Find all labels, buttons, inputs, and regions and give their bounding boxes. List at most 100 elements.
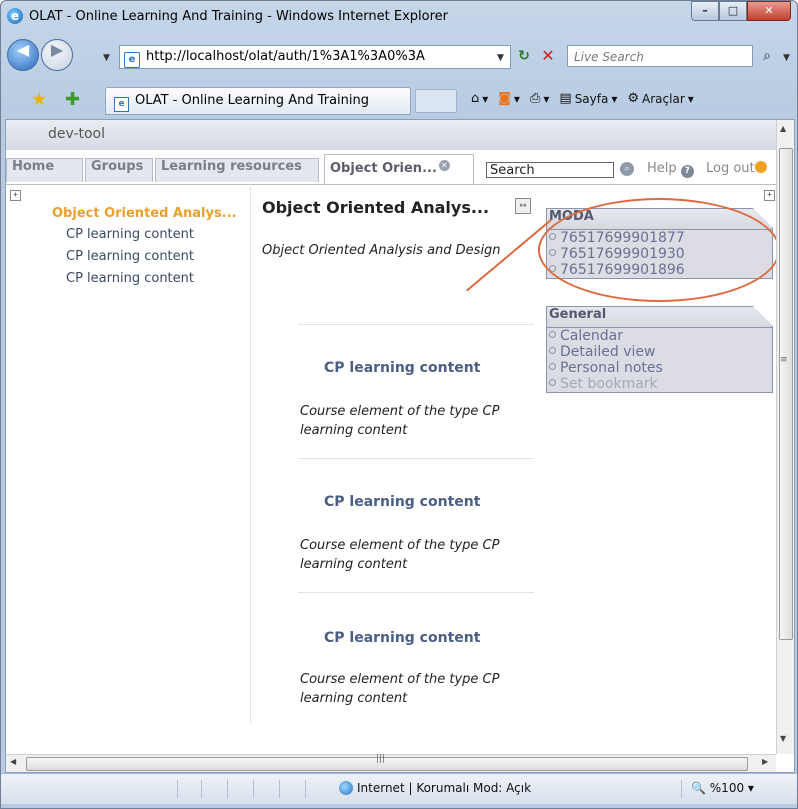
title-bar: e OLAT - Online Learning And Training - … bbox=[1, 1, 797, 33]
help-label: Help bbox=[647, 161, 677, 176]
hscroll-grip-icon: ||| bbox=[376, 754, 386, 764]
stop-icon[interactable]: ✕ bbox=[537, 45, 559, 67]
vertical-scrollbar[interactable]: ▲ ≡ ▼ bbox=[776, 120, 794, 754]
olat-search-input[interactable]: Search bbox=[486, 162, 614, 178]
set-bookmark-label: Set bookmark bbox=[560, 376, 658, 392]
menu-item-cp-3[interactable]: CP learning content bbox=[66, 271, 194, 286]
general-item-set-bookmark[interactable]: Set bookmark bbox=[547, 376, 772, 392]
expand-right-icon[interactable]: + bbox=[764, 190, 775, 201]
page-menu[interactable]: ▤ Sayfa ▾ bbox=[559, 91, 617, 106]
dev-tool-bar: dev-tool bbox=[6, 120, 776, 150]
status-divider bbox=[279, 780, 280, 798]
address-dropdown-icon[interactable]: ▼ bbox=[497, 53, 504, 63]
element-title-2[interactable]: CP learning content bbox=[324, 494, 480, 510]
separator bbox=[298, 458, 534, 459]
refresh-icon[interactable]: ↻ bbox=[513, 45, 535, 67]
menu-item-cp-2[interactable]: CP learning content bbox=[66, 249, 194, 264]
element-title-1[interactable]: CP learning content bbox=[324, 360, 480, 376]
new-tab-button[interactable] bbox=[415, 89, 457, 113]
status-divider bbox=[253, 780, 254, 798]
olat-nav-tabs: Home Groups Learning resources Object Or… bbox=[6, 154, 776, 185]
general-item-personal-notes[interactable]: Personal notes bbox=[547, 360, 772, 376]
minimize-button[interactable]: – bbox=[691, 1, 719, 21]
tab-page-icon: e bbox=[114, 97, 129, 112]
close-button[interactable]: ✕ bbox=[747, 1, 791, 21]
tab-course[interactable]: Object Orien... ✕ bbox=[324, 154, 474, 184]
logout-label: Log out bbox=[706, 161, 755, 176]
horizontal-scroll-thumb[interactable] bbox=[26, 757, 748, 771]
page-icon: e bbox=[124, 52, 140, 68]
rss-icon: ◙ bbox=[498, 91, 511, 106]
scroll-grip-icon: ≡ bbox=[780, 355, 788, 365]
scroll-up-icon[interactable]: ▲ bbox=[780, 124, 786, 133]
scroll-right-icon[interactable]: ▶ bbox=[762, 757, 768, 766]
logout-link[interactable]: Log out bbox=[706, 161, 767, 176]
zoom-control[interactable]: 🔍 %100 ▾ bbox=[691, 781, 754, 795]
close-tab-icon[interactable]: ✕ bbox=[438, 160, 450, 171]
back-button[interactable]: ◀ bbox=[7, 39, 39, 71]
security-zone[interactable]: Internet | Korumalı Mod: Açık bbox=[339, 781, 531, 795]
zoom-level: %100 bbox=[709, 781, 745, 795]
menu-item-cp-1[interactable]: CP learning content bbox=[66, 227, 194, 242]
ie-logo-icon: e bbox=[7, 8, 23, 24]
security-zone-label: Internet | Korumalı Mod: Açık bbox=[357, 781, 532, 795]
resize-icon[interactable]: ↔ bbox=[515, 198, 531, 214]
zoom-icon: 🔍 bbox=[691, 781, 706, 795]
separator bbox=[298, 324, 534, 325]
search-options-dropdown-icon[interactable]: ▼ bbox=[783, 53, 790, 63]
tab-groups[interactable]: Groups bbox=[85, 158, 153, 182]
address-text: http://localhost/olat/auth/1%3A1%3A0%3A bbox=[146, 49, 425, 64]
forward-button[interactable]: ▶ bbox=[41, 39, 73, 71]
tab-home[interactable]: Home bbox=[6, 158, 83, 182]
printer-icon: ⎙ bbox=[529, 91, 541, 106]
element-title-3[interactable]: CP learning content bbox=[324, 630, 480, 646]
live-search-input[interactable]: Live Search bbox=[567, 45, 753, 67]
address-bar[interactable]: e http://localhost/olat/auth/1%3A1%3A0%3A bbox=[119, 45, 511, 69]
detailed-view-label: Detailed view bbox=[560, 344, 656, 360]
gear-icon: ⚙ bbox=[627, 91, 640, 106]
vertical-scroll-thumb[interactable] bbox=[779, 148, 793, 640]
add-favorites-icon[interactable]: ✚ bbox=[65, 89, 80, 110]
recent-pages-dropdown-icon[interactable]: ▼ bbox=[103, 53, 110, 63]
browser-window: e OLAT - Online Learning And Training - … bbox=[0, 0, 798, 809]
bullet-icon bbox=[549, 331, 556, 338]
general-portlet: General Calendar Detailed view Personal … bbox=[546, 306, 773, 393]
tab-learning-resources[interactable]: Learning resources bbox=[155, 158, 319, 182]
olat-search-icon[interactable]: ⌕ bbox=[620, 162, 634, 176]
help-link[interactable]: Help ? bbox=[647, 161, 694, 178]
feeds-command[interactable]: ◙ ▾ bbox=[498, 91, 520, 106]
element-desc-1: Course element of the type CP learning c… bbox=[300, 404, 500, 438]
personal-notes-label: Personal notes bbox=[560, 360, 663, 376]
home-command[interactable]: ⌂ ▾ bbox=[471, 91, 488, 106]
dev-tool-label[interactable]: dev-tool bbox=[48, 126, 105, 142]
course-menu: + Object Oriented Analys... CP learning … bbox=[6, 184, 251, 724]
page-menu-icon: ▤ bbox=[559, 91, 572, 106]
maximize-button[interactable]: □ bbox=[719, 1, 747, 21]
course-title: Object Oriented Analys... bbox=[262, 198, 490, 217]
horizontal-scrollbar[interactable]: ◀ ||| ▶ bbox=[6, 754, 776, 772]
element-desc-3: Course element of the type CP learning c… bbox=[300, 672, 500, 706]
scroll-down-icon[interactable]: ▼ bbox=[780, 734, 786, 743]
tools-menu[interactable]: ⚙ Araçlar ▾ bbox=[627, 91, 693, 106]
course-description: Object Oriented Analysis and Design bbox=[262, 243, 501, 258]
general-portlet-title: General bbox=[547, 306, 773, 328]
favorites-star-icon[interactable]: ★ bbox=[31, 89, 47, 110]
browser-tab[interactable]: e OLAT - Online Learning And Training bbox=[105, 87, 411, 115]
search-icon[interactable]: ⌕ bbox=[757, 45, 777, 67]
scroll-left-icon[interactable]: ◀ bbox=[10, 757, 16, 766]
command-buttons: ⌂ ▾ ◙ ▾ ⎙ ▾ ▤ Sayfa ▾ ⚙ Araçlar ▾ bbox=[471, 91, 694, 106]
general-item-detailed-view[interactable]: Detailed view bbox=[547, 344, 772, 360]
print-command[interactable]: ⎙ ▾ bbox=[530, 91, 549, 106]
general-item-calendar[interactable]: Calendar bbox=[547, 328, 772, 344]
browser-tab-title: OLAT - Online Learning And Training bbox=[135, 93, 369, 108]
bullet-icon bbox=[549, 347, 556, 354]
separator bbox=[298, 592, 534, 593]
menu-root-item[interactable]: Object Oriented Analys... bbox=[52, 206, 237, 221]
status-divider bbox=[305, 780, 306, 798]
home-icon: ⌂ bbox=[471, 91, 480, 106]
page-menu-label: Sayfa bbox=[574, 91, 609, 106]
expand-left-icon[interactable]: + bbox=[10, 190, 21, 201]
help-icon: ? bbox=[680, 165, 694, 178]
bullet-icon bbox=[549, 363, 556, 370]
status-bar: Internet | Korumalı Mod: Açık 🔍 %100 ▾ bbox=[1, 773, 797, 804]
